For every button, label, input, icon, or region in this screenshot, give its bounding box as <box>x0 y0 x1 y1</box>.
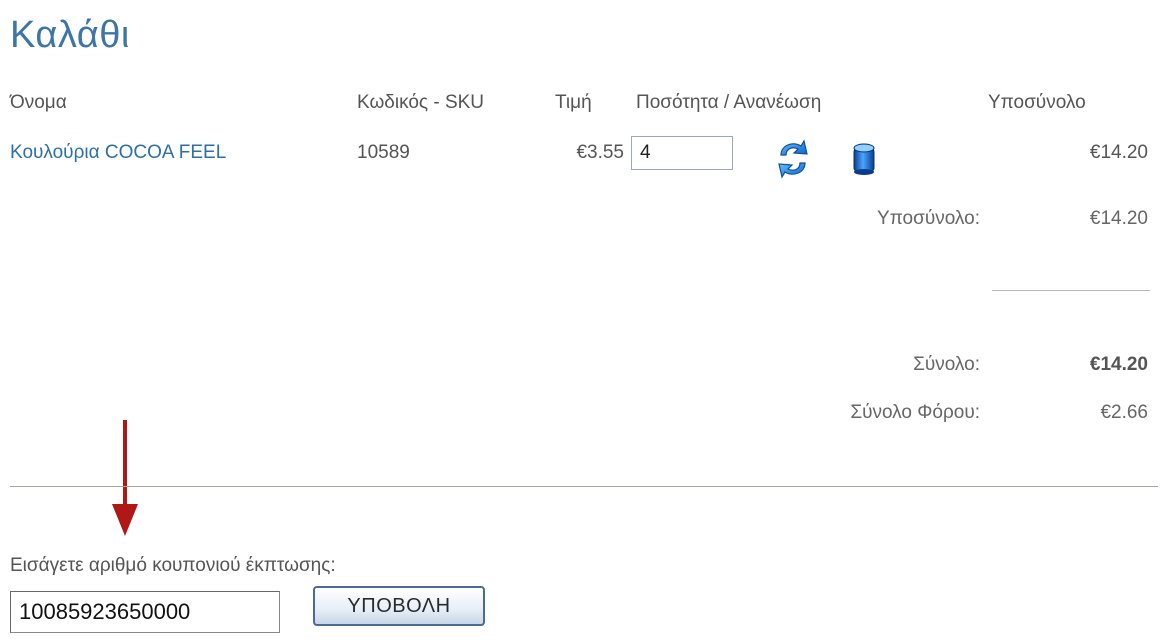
product-name-link[interactable]: Κουλούρια COCOA FEEL <box>10 142 226 164</box>
red-down-arrow-icon <box>112 420 138 536</box>
column-header-sku: Κωδικός - SKU <box>357 92 485 113</box>
refresh-arrows-icon[interactable] <box>775 137 811 181</box>
column-header-name: Όνομα <box>10 92 67 113</box>
column-header-price: Τιμή <box>555 92 592 113</box>
coupon-label: Εισάγετε αριθμό κουπονιού έκπτωσης: <box>10 555 336 576</box>
column-header-quantity-update: Ποσότητα / Ανανέωση <box>636 92 822 113</box>
subtotal-value: €14.20 <box>1089 208 1148 229</box>
product-price: €3.55 <box>576 142 624 163</box>
coupon-code-input[interactable] <box>10 591 280 633</box>
total-value: €14.20 <box>1089 354 1148 375</box>
coupon-submit-button[interactable]: ΥΠΟΒΟΛΗ <box>313 586 485 626</box>
section-divider <box>10 486 1158 487</box>
subtotal-label: Υποσύνολο: <box>877 208 980 229</box>
quantity-input[interactable] <box>631 136 733 170</box>
total-label: Σύνολο: <box>913 354 980 375</box>
tax-total-value: €2.66 <box>1100 402 1148 423</box>
tax-total-label: Σύνολο Φόρου: <box>850 402 980 423</box>
row-subtotal: €14.20 <box>1089 142 1148 163</box>
column-header-subtotal: Υποσύνολο <box>988 92 1086 113</box>
summary-divider <box>992 290 1150 291</box>
page-title: Καλάθι <box>10 14 130 56</box>
trash-can-icon[interactable] <box>851 142 877 176</box>
product-sku: 10589 <box>357 142 410 163</box>
